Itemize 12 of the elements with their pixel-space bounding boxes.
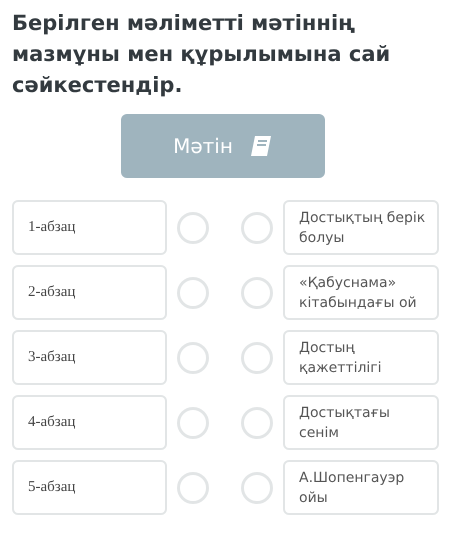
paragraph-option[interactable]: 5-абзац — [12, 460, 167, 515]
question-title: Берілген мәліметті мәтіннің мазмұны мен құрылымына сай сәйкестендір. — [12, 10, 392, 99]
content-option[interactable]: А.Шопенгауэр ойы — [283, 460, 439, 515]
paragraph-option[interactable]: 3-абзац — [12, 330, 167, 385]
book-icon — [248, 135, 273, 157]
content-option[interactable]: Достықтағы сенім — [283, 395, 439, 450]
content-option[interactable]: Достықтың берік болуы — [283, 200, 439, 255]
paragraph-option[interactable]: 4-абзац — [12, 395, 167, 450]
content-option[interactable]: Достың қажеттілігі — [283, 330, 439, 385]
content-option[interactable]: «Қабуснама» кітабындағы ой — [283, 265, 439, 320]
paragraph-option[interactable]: 2-абзац — [12, 265, 167, 320]
paragraph-option[interactable]: 1-абзац — [12, 200, 167, 255]
